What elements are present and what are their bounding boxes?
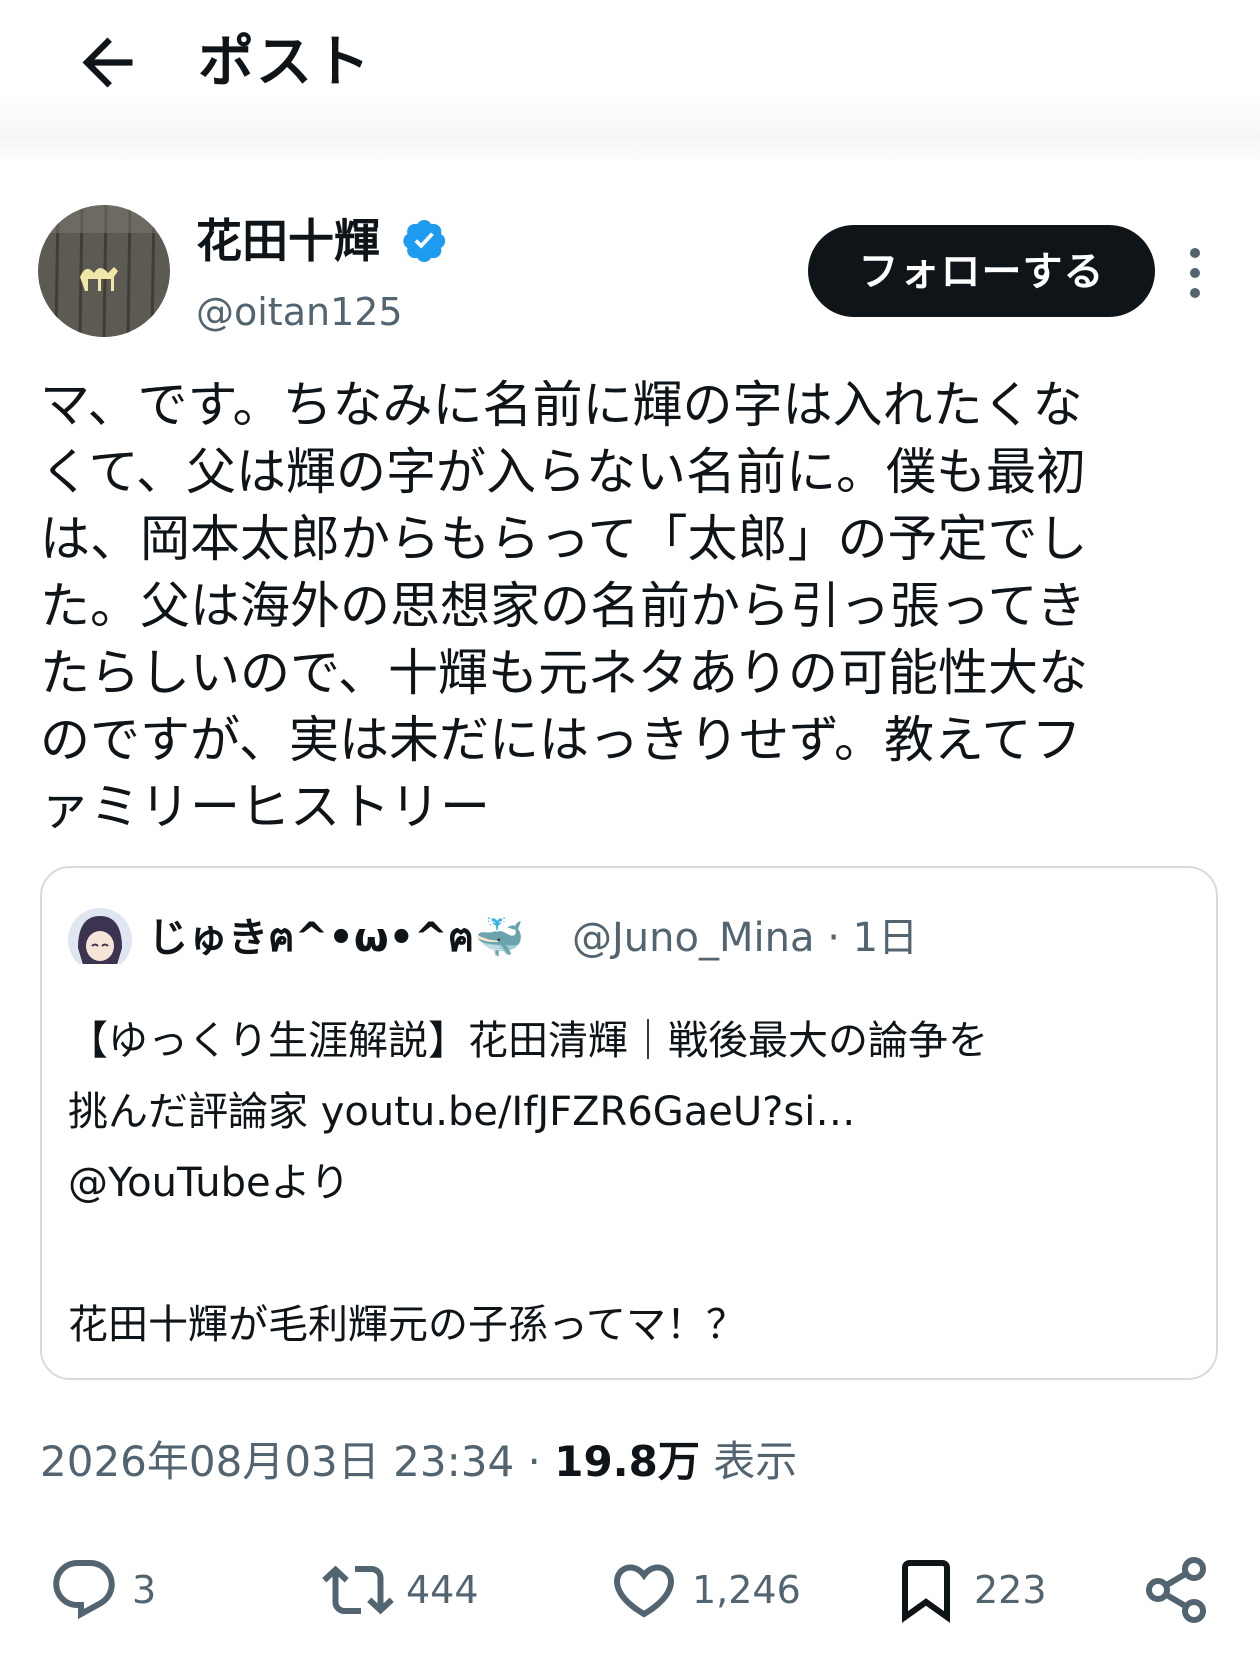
- post-timestamp: 2026年08月03日 23:34 · 19.8万 表示: [40, 1432, 797, 1492]
- quoted-post-time: 1日: [852, 915, 919, 961]
- repost-icon: [322, 1565, 394, 1615]
- quoted-post-text: 【ゆっくり生涯解説】花田清輝｜戦後最大の論争を 挑んだ評論家 youtu.be/…: [68, 1018, 988, 1348]
- quoted-author-handle: @Juno_Mina: [572, 915, 815, 961]
- quoted-author-name: じゅきฅ^•ω•^ฅ🐳: [148, 915, 525, 961]
- back-arrow-icon[interactable]: [70, 25, 145, 100]
- reply-icon: [53, 1560, 115, 1620]
- post-date: 2026年08月03日 23:34: [40, 1437, 515, 1486]
- post-text: マ、です。ちなみに名前に輝の字は入れたくな くて、父は輝の字が入らない名前に。僕…: [40, 376, 1088, 836]
- author-avatar[interactable]: [38, 205, 170, 337]
- view-label: 表示: [713, 1437, 798, 1486]
- reply-button[interactable]: 3: [48, 1545, 156, 1635]
- follow-button[interactable]: フォローする: [808, 225, 1155, 317]
- bookmark-button[interactable]: 223: [890, 1545, 1047, 1635]
- quoted-meta: @Juno_Mina · 1日: [572, 910, 918, 966]
- like-count: 1,246: [692, 1568, 801, 1612]
- reply-count: 3: [132, 1568, 157, 1612]
- repost-button[interactable]: 444: [322, 1545, 479, 1635]
- header-divider: [0, 95, 1260, 165]
- author-name[interactable]: 花田十輝: [196, 213, 380, 269]
- bookmark-count: 223: [974, 1568, 1047, 1612]
- action-bar: 3 444 1,246 223: [0, 1545, 1260, 1635]
- view-count: 19.8万: [554, 1437, 700, 1486]
- more-options-icon[interactable]: [1180, 243, 1210, 303]
- share-button[interactable]: [1140, 1545, 1212, 1635]
- top-bar: ポスト: [0, 0, 1260, 165]
- quoted-post-card[interactable]: じゅきฅ^•ω•^ฅ🐳 @Juno_Mina · 1日 【ゆっくり生涯解説】花田…: [40, 866, 1218, 1380]
- meta-separator: ·: [827, 915, 853, 961]
- verified-badge-icon: [402, 217, 448, 263]
- page-title: ポスト: [198, 30, 372, 95]
- like-button[interactable]: 1,246: [608, 1545, 801, 1635]
- heart-icon: [613, 1564, 675, 1618]
- author-handle[interactable]: @oitan125: [196, 287, 403, 337]
- meta-separator: ·: [527, 1437, 555, 1486]
- bookmark-icon: [902, 1560, 950, 1623]
- repost-count: 444: [406, 1568, 479, 1612]
- quoted-author-avatar: [68, 908, 132, 972]
- share-icon: [1146, 1557, 1206, 1623]
